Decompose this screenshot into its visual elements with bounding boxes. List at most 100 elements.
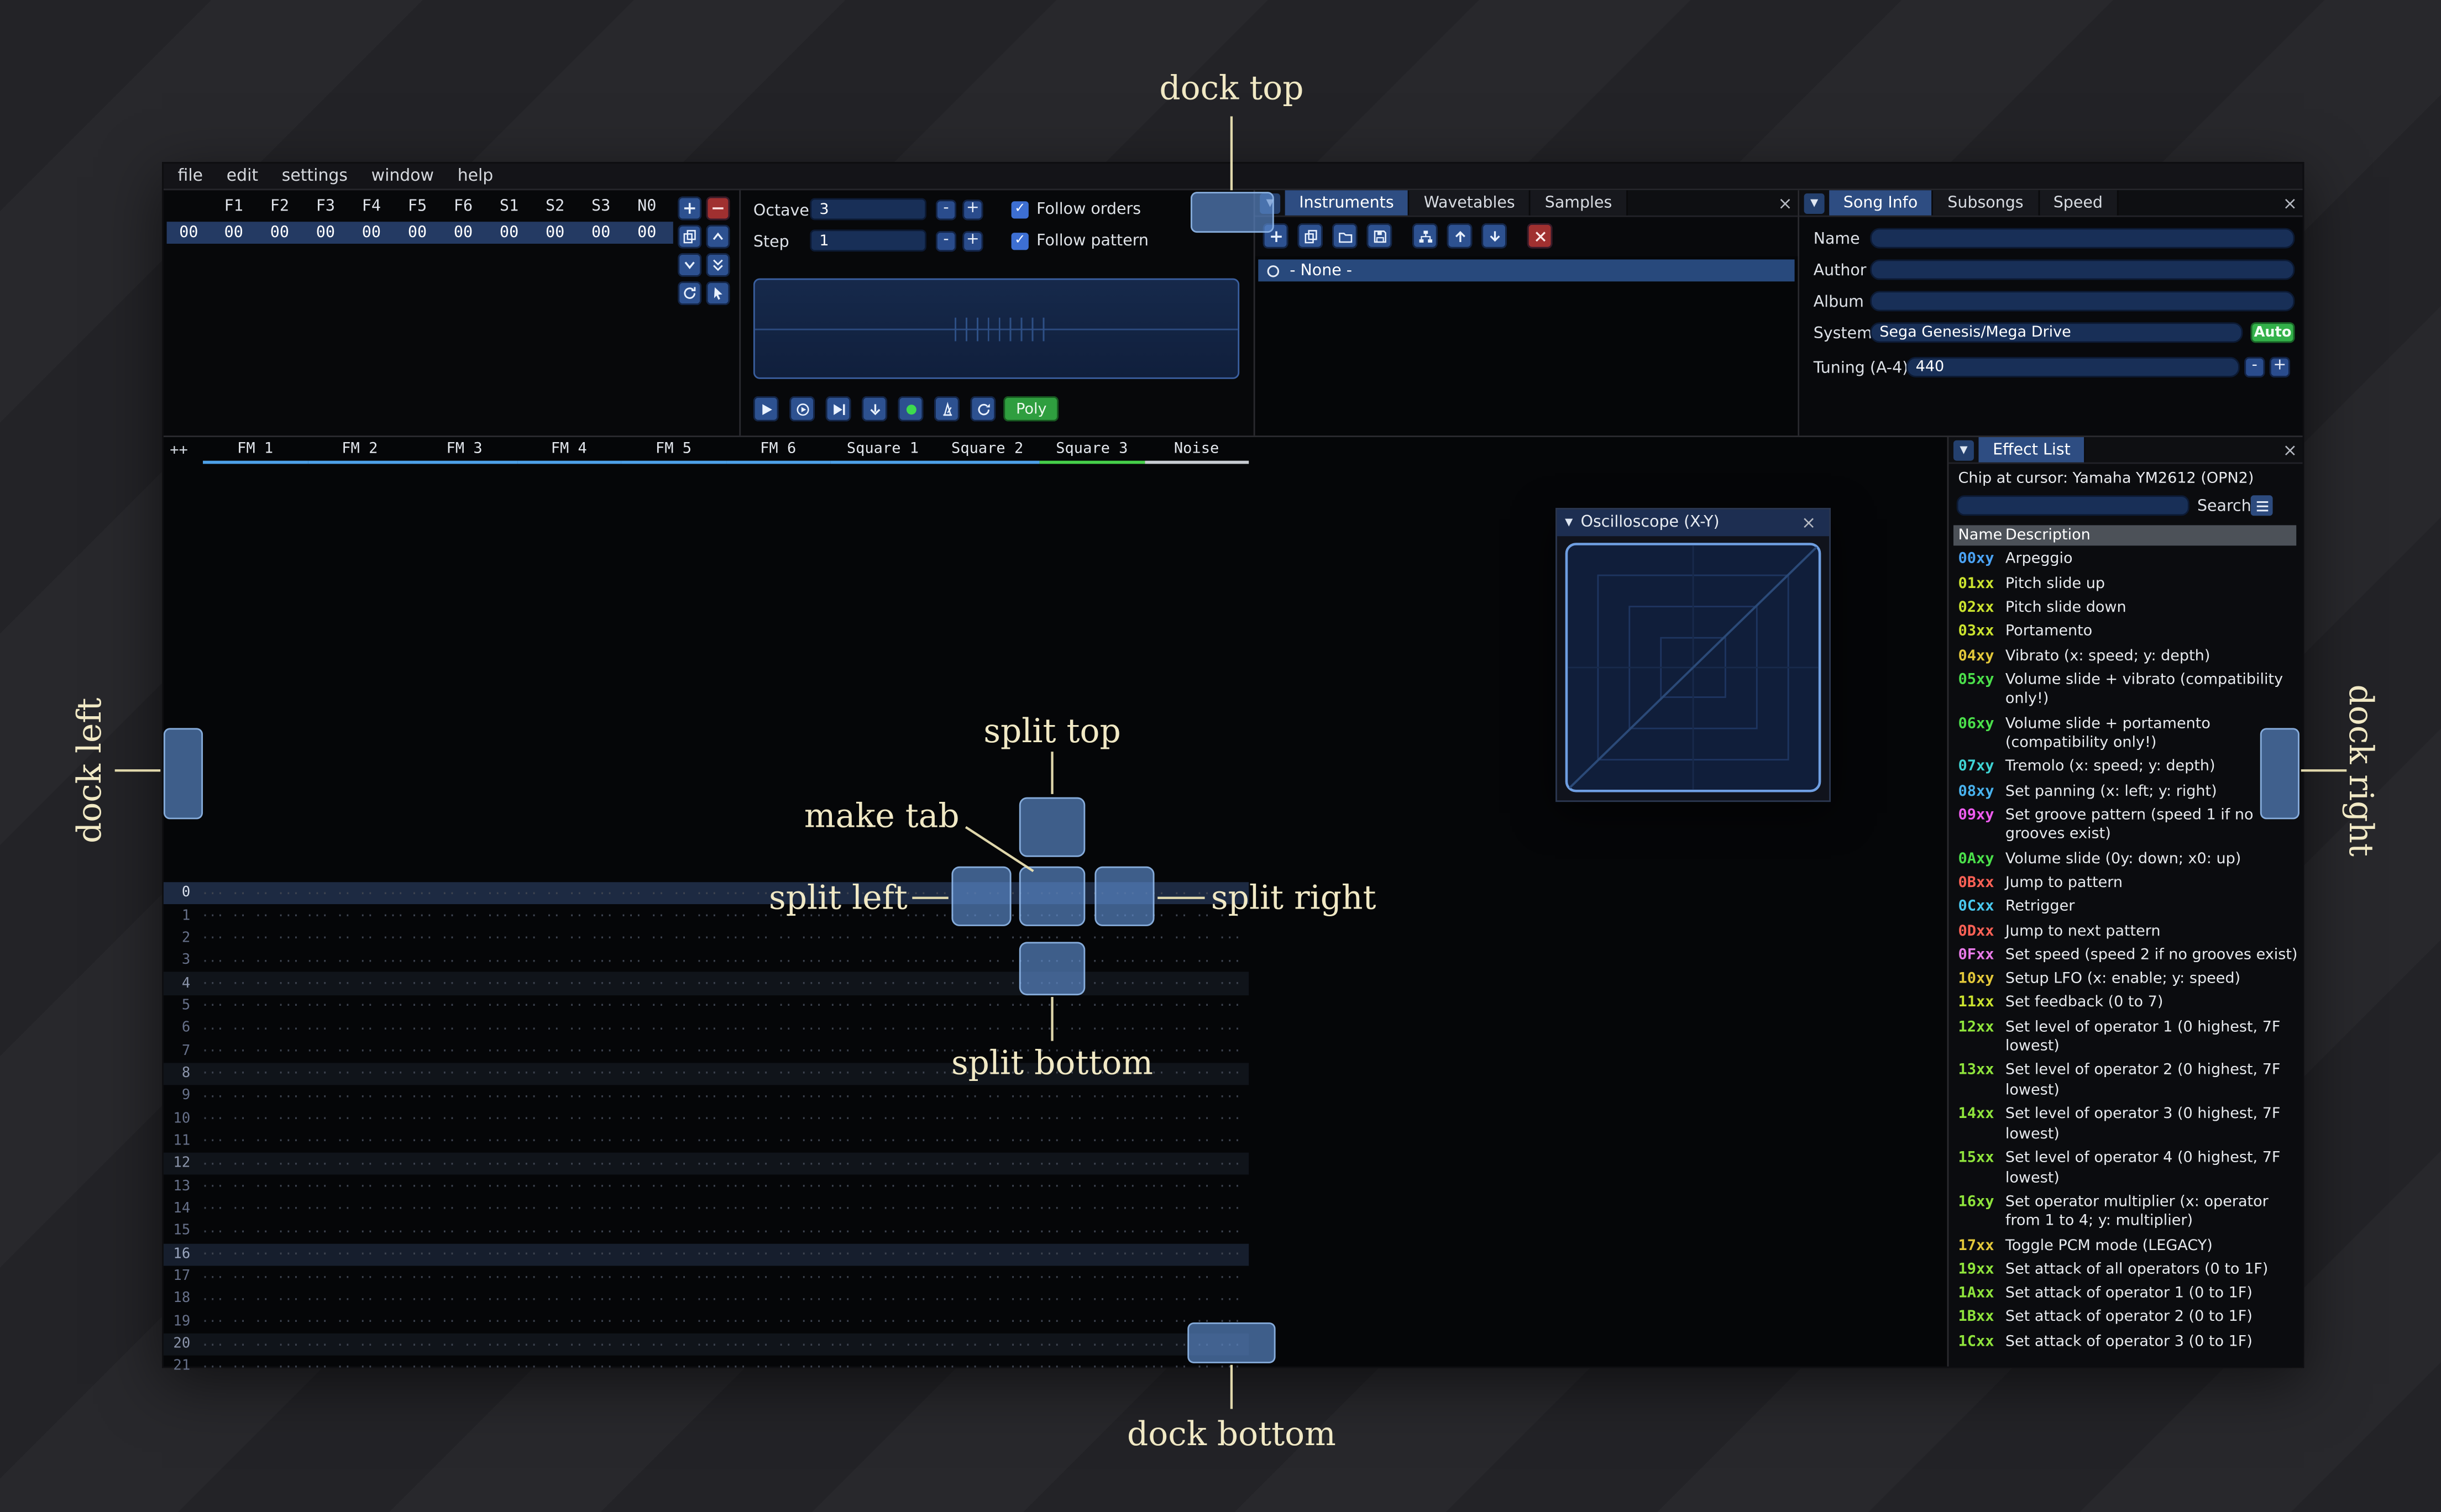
pattern-cell[interactable]: ··· ·· ·· ··· — [615, 1067, 720, 1081]
pattern-row-1[interactable]: 1 ··· ·· ·· ··· ··· ·· ·· ··· ··· ·· ·· ···… — [164, 905, 1249, 927]
order-cell[interactable]: 00 — [532, 224, 578, 241]
channel-header-square-2[interactable]: Square 2 — [935, 437, 1040, 464]
pattern-cell[interactable]: ··· ·· ·· ··· — [1138, 1044, 1243, 1059]
pattern-cell[interactable]: ··· ·· ·· ··· — [301, 1179, 406, 1194]
pattern-cell[interactable]: ··· ·· ·· ··· — [824, 886, 929, 901]
pattern-cell[interactable]: ··· ·· ·· ··· — [301, 1360, 406, 1374]
pattern-cell[interactable]: ··· ·· ·· ··· — [1138, 977, 1243, 991]
effect-row-00xy[interactable]: 00xy Arpeggio — [1953, 549, 2299, 573]
pattern-row-17[interactable]: 17 ··· ·· ·· ··· ··· ·· ·· ··· ··· ·· ·· ··… — [164, 1266, 1249, 1288]
pattern-cell[interactable]: ··· ·· ·· ··· — [720, 1135, 824, 1149]
pattern-cell[interactable]: ··· ·· ·· ··· — [510, 999, 615, 1014]
pattern-cell[interactable]: ··· ·· ·· ··· — [720, 1225, 824, 1239]
pattern-cell[interactable]: ··· ·· ·· ··· — [1033, 1157, 1138, 1172]
effect-row-02xx[interactable]: 02xx Pitch slide down — [1953, 597, 2299, 621]
pattern-cell[interactable]: ··· ·· ·· ··· — [301, 1270, 406, 1284]
tuning-field[interactable] — [1906, 356, 2240, 377]
effect-row-03xx[interactable]: 03xx Portamento — [1953, 621, 2299, 644]
pattern-cell[interactable]: ··· ·· ·· ··· — [197, 1225, 301, 1239]
pattern-cell[interactable]: ··· ·· ·· ··· — [510, 1270, 615, 1284]
pattern-cell[interactable]: ··· ·· ·· ··· — [720, 1247, 824, 1262]
pattern-cell[interactable]: ··· ·· ·· ··· — [1033, 1360, 1138, 1374]
order-row-selected[interactable]: 00 00 00 00 00 00 00 00 00 00 00 — [166, 222, 673, 244]
pattern-cell[interactable]: ··· ·· ·· ··· — [615, 1202, 720, 1216]
pattern-cell[interactable]: ··· ·· ·· ··· — [1138, 1247, 1243, 1262]
pattern-row-18[interactable]: 18 ··· ·· ·· ··· ··· ·· ·· ··· ··· ·· ·· ··… — [164, 1288, 1249, 1311]
instrument-delete-button[interactable] — [1527, 223, 1553, 249]
pattern-cell[interactable]: ··· ·· ·· ··· — [929, 1135, 1033, 1149]
pattern-cell[interactable]: ··· ·· ·· ··· — [1138, 1112, 1243, 1126]
pattern-cell[interactable]: ··· ·· ·· ··· — [510, 886, 615, 901]
order-cell[interactable]: 00 — [348, 224, 394, 241]
pattern-row-4[interactable]: 4 ··· ·· ·· ··· ··· ·· ·· ··· ··· ·· ·· ···… — [163, 972, 1249, 995]
pattern-cell[interactable]: ··· ·· ·· ··· — [720, 977, 824, 991]
pattern-cell[interactable]: ··· ·· ·· ··· — [197, 1360, 301, 1374]
pattern-cell[interactable]: ··· ·· ·· ··· — [510, 1089, 615, 1104]
pattern-cell[interactable]: ··· ·· ·· ··· — [301, 1292, 406, 1306]
order-cell[interactable]: 00 — [302, 224, 348, 241]
pattern-cell[interactable]: ··· ·· ·· ··· — [1033, 1337, 1138, 1352]
effect-row-0Bxx[interactable]: 0Bxx Jump to pattern — [1953, 872, 2299, 896]
pattern-cell[interactable]: ··· ·· ·· ··· — [615, 1315, 720, 1329]
tuning-increase-button[interactable]: + — [2269, 356, 2290, 377]
pattern-cell[interactable]: ··· ·· ·· ··· — [824, 1292, 929, 1306]
metronome-button[interactable] — [934, 396, 960, 422]
effect-row-13xx[interactable]: 13xx Set level of operator 2 (0 highest, … — [1953, 1060, 2299, 1104]
pattern-cell[interactable]: ··· ·· ·· ··· — [615, 1225, 720, 1239]
pattern-cell[interactable]: ··· ·· ·· ··· — [824, 1225, 929, 1239]
split-target-right[interactable] — [1094, 866, 1155, 926]
pattern-cell[interactable]: ··· ·· ·· ··· — [824, 1202, 929, 1216]
pattern-cell[interactable]: ··· ·· ·· ··· — [1033, 1202, 1138, 1216]
tuning-decrease-button[interactable]: - — [2244, 356, 2265, 377]
pattern-cell[interactable]: ··· ·· ·· ··· — [197, 954, 301, 968]
instrument-open-button[interactable] — [1332, 223, 1358, 249]
pattern-cell[interactable]: ··· ·· ·· ··· — [1138, 1292, 1243, 1306]
collapse-arrow-button[interactable]: ▼ — [1953, 440, 1974, 461]
pattern-cell[interactable]: ··· ·· ·· ··· — [510, 1135, 615, 1149]
pattern-cell[interactable]: ··· ·· ·· ··· — [197, 1022, 301, 1036]
pattern-cell[interactable]: ··· ·· ·· ··· — [510, 954, 615, 968]
pattern-cell[interactable]: ··· ·· ·· ··· — [615, 1089, 720, 1104]
pattern-cell[interactable]: ··· ·· ·· ··· — [615, 977, 720, 991]
pattern-cell[interactable]: ··· ·· ·· ··· — [615, 954, 720, 968]
tab-speed[interactable]: Speed — [2039, 190, 2119, 216]
pattern-row-2[interactable]: 2 ··· ·· ·· ··· ··· ·· ·· ··· ··· ·· ·· ···… — [164, 927, 1249, 950]
pattern-cell[interactable]: ··· ·· ·· ··· — [197, 1067, 301, 1081]
pattern-cell[interactable]: ··· ·· ·· ··· — [615, 1292, 720, 1306]
pattern-cell[interactable]: ··· ·· ·· ··· — [510, 909, 615, 923]
pattern-cell[interactable]: ··· ·· ·· ··· — [1033, 1112, 1138, 1126]
pattern-cell[interactable]: ··· ·· ·· ··· — [615, 1022, 720, 1036]
name-field[interactable] — [1870, 228, 2295, 249]
menu-item-edit[interactable]: edit — [227, 167, 258, 186]
pattern-cell[interactable]: ··· ·· ·· ··· — [929, 1315, 1033, 1329]
follow-orders-checkbox[interactable]: ✓ Follow orders — [1011, 201, 1141, 219]
oscilloscope-title-bar[interactable]: ▼ Oscilloscope (X-Y) × — [1557, 509, 1830, 537]
tab-instruments[interactable]: Instruments — [1285, 190, 1410, 216]
pattern-cell[interactable]: ··· ·· ·· ··· — [1138, 1202, 1243, 1216]
channel-header-square-1[interactable]: Square 1 — [830, 437, 935, 464]
pattern-cell[interactable]: ··· ·· ·· ··· — [406, 1179, 510, 1194]
dock-target-bottom[interactable] — [1187, 1322, 1276, 1363]
pattern-cell[interactable]: ··· ·· ·· ··· — [301, 931, 406, 946]
pattern-cell[interactable]: ··· ·· ·· ··· — [929, 1202, 1033, 1216]
channel-header-fm-1[interactable]: FM 1 — [203, 437, 308, 464]
effect-row-09xy[interactable]: 09xy Set groove pattern (speed 1 if no gr… — [1953, 804, 2299, 848]
pattern-cell[interactable]: ··· ·· ·· ··· — [929, 1292, 1033, 1306]
pattern-cell[interactable]: ··· ·· ·· ··· — [824, 931, 929, 946]
pattern-cell[interactable]: ··· ·· ·· ··· — [510, 977, 615, 991]
dock-target-right[interactable] — [2260, 728, 2299, 820]
pattern-cell[interactable]: ··· ·· ·· ··· — [301, 977, 406, 991]
close-button[interactable]: × — [1773, 190, 1798, 216]
pattern-expand-button[interactable]: ++ — [164, 437, 203, 464]
pattern-cell[interactable]: ··· ·· ·· ··· — [929, 1044, 1033, 1059]
pattern-cell[interactable]: ··· ·· ·· ··· — [197, 1112, 301, 1126]
pattern-cell[interactable]: ··· ·· ·· ··· — [720, 1089, 824, 1104]
split-target-top[interactable] — [1019, 797, 1086, 857]
pattern-cell[interactable]: ··· ·· ·· ··· — [615, 1044, 720, 1059]
pattern-cell[interactable]: ··· ·· ·· ··· — [510, 1067, 615, 1081]
pattern-cell[interactable]: ··· ·· ·· ··· — [406, 1360, 510, 1374]
pattern-cell[interactable]: ··· ·· ·· ··· — [1138, 1179, 1243, 1194]
play-from-start-button[interactable] — [789, 396, 815, 422]
pattern-cell[interactable]: ··· ·· ·· ··· — [197, 886, 301, 901]
pattern-cell[interactable]: ··· ·· ·· ··· — [197, 1292, 301, 1306]
